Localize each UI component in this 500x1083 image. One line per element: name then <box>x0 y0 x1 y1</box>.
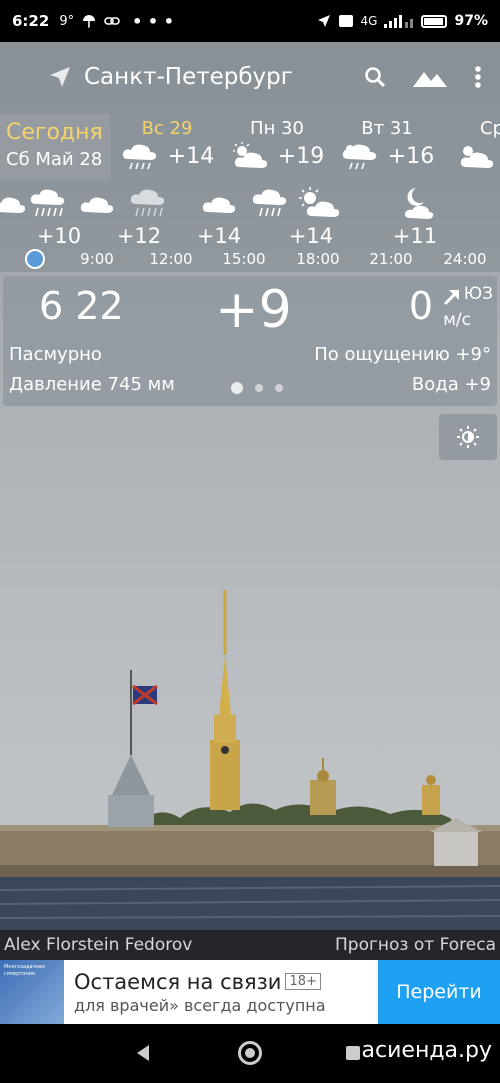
partly-cloudy-icon <box>299 187 340 217</box>
hourly-time: 9:00 <box>80 250 114 268</box>
cloud-icon <box>0 197 26 213</box>
photo-author[interactable]: Alex Florstein Fedorov <box>4 935 192 955</box>
back-icon[interactable] <box>135 1044 151 1062</box>
day-item[interactable]: Вс 29 +14 <box>112 118 222 180</box>
current-time: 6 22 <box>39 284 124 328</box>
watermark: асиенда.ру <box>361 1038 492 1063</box>
age-rating-badge: 18+ <box>285 973 321 990</box>
battery-percent: 97% <box>454 13 488 29</box>
umbrella-icon <box>83 15 96 28</box>
wind-direction-arrow-icon <box>443 290 459 306</box>
page-dot <box>275 384 283 392</box>
forecast-source[interactable]: Прогноз от Foreca <box>335 935 496 955</box>
day-name: Ср <box>480 118 500 139</box>
moon-cloud-icon <box>404 188 434 219</box>
hourly-time: 12:00 <box>149 250 193 268</box>
ad-go-button[interactable]: Перейти <box>378 960 500 1024</box>
ad-subtitle: для врачей» всегда доступна <box>74 995 326 1015</box>
battery-icon <box>421 14 448 28</box>
recent-apps-icon[interactable] <box>346 1046 360 1060</box>
cloud-icon <box>80 197 114 213</box>
rain-cloud-icon <box>130 189 165 217</box>
status-bar: 6:22 9° • • • 4G 97% <box>0 0 500 42</box>
today-date: Сб Май 28 <box>6 149 103 170</box>
wind-speed: 0 <box>408 284 433 328</box>
ad-thumbnail: Многозадачная гипертония <box>0 960 64 1024</box>
landscape-icon[interactable] <box>412 66 448 88</box>
search-icon[interactable] <box>364 66 386 88</box>
photo-credits-bar: Alex Florstein Fedorov Прогноз от Foreca <box>0 930 500 960</box>
daily-forecast-strip: Сегодня Сб Май 28 Вс 29 +14 Пн 30 +19 Вт… <box>0 112 500 180</box>
hourly-time: 24:00 <box>443 250 487 268</box>
status-temp: 9° <box>59 13 75 29</box>
more-vert-icon[interactable] <box>474 65 482 89</box>
ad-banner[interactable]: Многозадачная гипертония Остаемся на свя… <box>0 960 500 1024</box>
hourly-temp: +14 <box>288 224 334 248</box>
rain-cloud-icon <box>30 189 65 217</box>
day-name: Пн 30 <box>250 118 304 139</box>
status-time: 6:22 <box>12 12 50 30</box>
day-today[interactable]: Сегодня Сб Май 28 <box>0 114 110 180</box>
day-item[interactable]: Ср <box>442 118 500 180</box>
rain-sun-cloud-icon <box>342 144 376 170</box>
weather-condition: Пасмурно <box>9 344 102 365</box>
page-dot <box>231 382 243 394</box>
partly-cloudy-icon <box>460 146 494 168</box>
brightness-icon <box>457 426 479 448</box>
wind-direction: ЮЗ <box>463 284 493 304</box>
network-label: 4G <box>360 14 378 28</box>
page-indicator <box>231 382 283 394</box>
rain-cloud-icon <box>122 144 156 170</box>
day-item[interactable]: Вт 31 +16 <box>332 118 442 180</box>
page-dot <box>255 384 263 392</box>
hourly-time: 21:00 <box>369 250 413 268</box>
more-notifications-icon: • • • <box>132 11 174 31</box>
current-time-marker <box>25 249 45 269</box>
location-arrow-icon[interactable] <box>48 65 72 89</box>
day-item[interactable]: Пн 30 +19 <box>222 118 332 180</box>
day-name: Вт 31 <box>361 118 413 139</box>
partly-cloudy-icon <box>232 142 267 168</box>
app-bar: Санкт-Петербург <box>0 42 500 112</box>
hourly-time: 18:00 <box>296 250 340 268</box>
signal-icon <box>384 15 414 28</box>
water-temperature: Вода +9 <box>411 374 491 395</box>
cloud-icon <box>202 197 236 213</box>
ad-title: Остаемся на связи <box>74 969 282 994</box>
link-icon <box>104 17 120 25</box>
hourly-temp: +10 <box>36 224 82 248</box>
current-conditions-card[interactable]: 6 22 +9 0 ЮЗ м/с Пасмурно По ощущению +9… <box>3 276 497 406</box>
pressure: Давление 745 мм <box>9 374 175 395</box>
wind-unit: м/с <box>443 310 471 330</box>
day-temp: +19 <box>277 143 325 169</box>
today-label: Сегодня <box>6 120 103 145</box>
system-nav-bar: асиенда.ру <box>0 1024 500 1083</box>
ad-thumb-text: Многозадачная гипертония <box>4 964 45 977</box>
hourly-time: 15:00 <box>222 250 266 268</box>
day-name: Вс 29 <box>141 118 193 139</box>
hourly-forecast-strip[interactable]: +10 +12 +14 +14 +11 9:00 12:00 15:00 18:… <box>0 180 500 272</box>
volte-icon <box>338 15 353 27</box>
hourly-temp: +12 <box>116 224 162 248</box>
day-temp: +16 <box>387 143 435 169</box>
hourly-temp: +11 <box>392 224 438 248</box>
feels-like: По ощущению +9° <box>314 344 491 365</box>
day-temp: +14 <box>167 143 215 169</box>
theme-toggle-button[interactable] <box>439 414 497 460</box>
rain-cloud-icon <box>252 189 287 217</box>
location-arrow-icon <box>317 15 330 27</box>
hourly-temp: +14 <box>196 224 242 248</box>
city-name[interactable]: Санкт-Петербург <box>84 64 293 90</box>
current-temperature: +9 <box>215 280 292 340</box>
background-photo <box>0 590 500 930</box>
home-icon[interactable] <box>238 1041 262 1065</box>
